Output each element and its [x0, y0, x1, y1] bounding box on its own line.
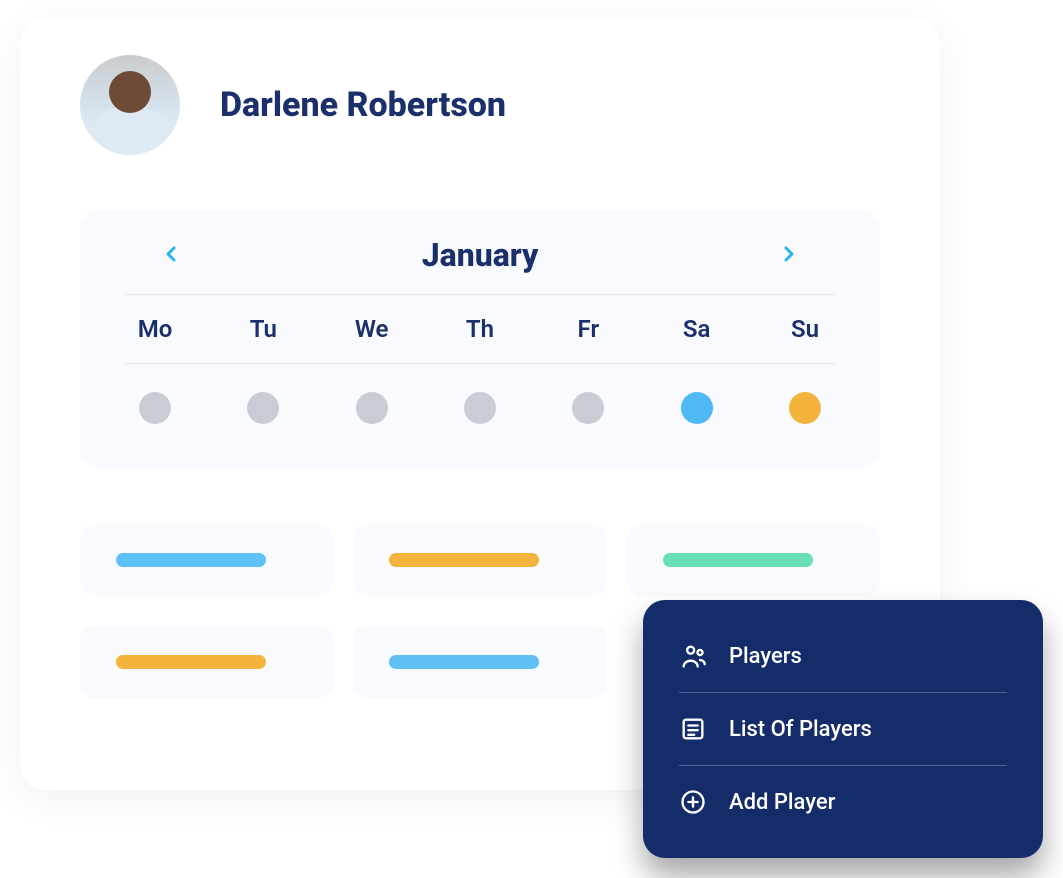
menu-item-list[interactable]: List Of Players: [679, 693, 1007, 766]
plus-circle-icon: [679, 788, 707, 816]
day-marker[interactable]: [572, 392, 604, 424]
menu-item-label: Players: [729, 644, 802, 669]
event-card[interactable]: [353, 626, 606, 698]
prev-month-button[interactable]: [155, 237, 187, 273]
weekday-label: Th: [450, 315, 510, 343]
calendar-header: January: [125, 236, 835, 294]
avatar[interactable]: [80, 55, 180, 155]
profile-name: Darlene Robertson: [220, 85, 506, 125]
menu-item-label: Add Player: [729, 790, 835, 815]
month-label: January: [422, 236, 539, 274]
event-bar: [389, 655, 539, 669]
event-bar: [116, 655, 266, 669]
day-marker[interactable]: [139, 392, 171, 424]
players-icon: [679, 642, 707, 670]
day-marker[interactable]: [247, 392, 279, 424]
calendar-panel: January Mo Tu We Th Fr Sa Su: [80, 210, 880, 469]
chevron-left-icon: [165, 246, 177, 262]
chevron-right-icon: [783, 246, 795, 262]
day-marker[interactable]: [356, 392, 388, 424]
event-bar: [116, 553, 266, 567]
event-card[interactable]: [627, 524, 880, 596]
context-menu: Players List Of Players Add Player: [643, 600, 1043, 858]
weekday-label: Sa: [667, 315, 727, 343]
day-marker[interactable]: [464, 392, 496, 424]
weekday-label: Su: [775, 315, 835, 343]
day-marker[interactable]: [789, 392, 821, 424]
weekday-label: Mo: [125, 315, 185, 343]
event-bar: [389, 553, 539, 567]
day-marker[interactable]: [681, 392, 713, 424]
weekday-row: Mo Tu We Th Fr Sa Su: [125, 295, 835, 363]
weekday-label: Fr: [558, 315, 618, 343]
event-card[interactable]: [353, 524, 606, 596]
menu-item-add[interactable]: Add Player: [679, 766, 1007, 838]
menu-item-label: List Of Players: [729, 717, 872, 742]
day-marker-row: [125, 364, 835, 424]
profile-row: Darlene Robertson: [80, 55, 880, 155]
menu-item-players[interactable]: Players: [679, 620, 1007, 693]
weekday-label: Tu: [233, 315, 293, 343]
list-icon: [679, 715, 707, 743]
event-card[interactable]: [80, 524, 333, 596]
next-month-button[interactable]: [773, 237, 805, 273]
weekday-label: We: [342, 315, 402, 343]
event-bar: [663, 553, 813, 567]
event-card[interactable]: [80, 626, 333, 698]
